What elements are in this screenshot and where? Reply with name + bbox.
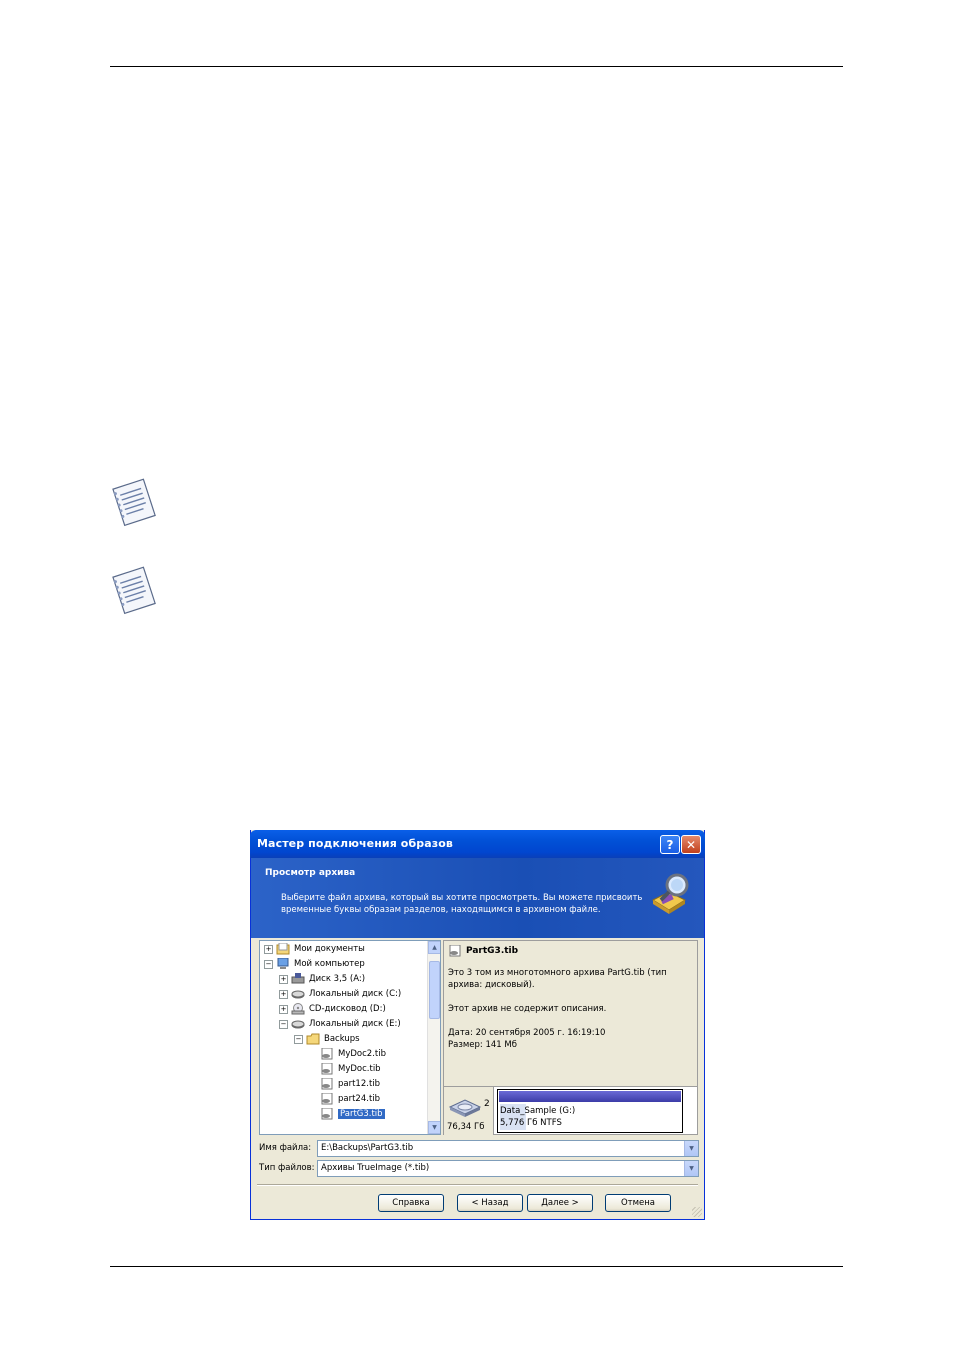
wizard-step-title: Просмотр архива [265,868,356,878]
mount-image-wizard-dialog: Мастер подключения образов ? ✕ Просмотр … [250,830,705,1220]
archive-file-icon [320,1048,334,1060]
tree-item-file[interactable]: part24.tib [320,1092,380,1106]
tree-item-label: Локальный диск (C:) [309,989,402,999]
partition-name: Data_Sample (G:) [500,1106,576,1116]
expand-toggle[interactable]: + [279,974,288,984]
partition-info: 5,776 Гб NTFS [500,1118,562,1128]
archive-volume-line: Это 3 том из многотомного архива PartG.t… [448,968,667,978]
tree-item-label: Backups [324,1034,360,1044]
documents-folder-icon [276,943,290,955]
tree-item-label: CD-дисковод (D:) [309,1004,386,1014]
floppy-drive-icon [291,973,305,985]
page-header-rule [110,66,843,67]
tree-item-label: PartG3.tib [338,1109,385,1119]
cd-drive-icon [291,1003,305,1015]
tree-item-file-selected[interactable]: PartG3.tib [320,1107,385,1121]
filetype-value: Архивы TrueImage (*.tib) [321,1163,430,1173]
tree-item-label: Мои документы [294,944,365,954]
button-separator [257,1184,698,1186]
filename-value: E:\Backups\PartG3.tib [321,1143,414,1153]
scroll-up-button[interactable]: ▲ [428,941,440,954]
disk-layout: 2 76,34 Гб Data_Sample (G:) 5,776 Гб NTF… [444,1086,697,1135]
chevron-down-icon[interactable]: ▼ [684,1161,698,1176]
archive-magnifier-icon [651,873,689,914]
cancel-button[interactable]: Отмена [605,1194,671,1212]
hard-drive-icon [291,988,305,1000]
page-footer-rule [110,1266,843,1267]
tree-item-file[interactable]: part12.tib [320,1077,380,1091]
tree-item-local-e[interactable]: − Локальный диск (E:) [279,1017,401,1031]
hard-disk-icon [448,1099,482,1117]
dialog-titlebar[interactable]: Мастер подключения образов ? ✕ [250,830,705,858]
note-icon [112,478,156,527]
expand-toggle[interactable]: + [279,989,288,999]
collapse-toggle[interactable]: − [294,1034,303,1044]
note-icon [112,566,156,615]
archive-description: Этот архив не содержит описания. [448,1004,607,1014]
tree-item-cd-d[interactable]: + CD-дисковод (D:) [279,1002,386,1016]
hard-drive-icon [291,1018,305,1030]
archive-file-header: PartG3.tib [448,945,518,957]
tree-item-floppy-a[interactable]: + Диск 3,5 (A:) [279,972,365,986]
next-button[interactable]: Далее > [527,1194,593,1212]
help-button[interactable]: Справка [378,1194,444,1212]
back-button[interactable]: < Назад [457,1194,523,1212]
tree-item-label: part24.tib [338,1094,381,1104]
archive-file-icon [320,1063,334,1075]
chevron-down-icon[interactable]: ▼ [684,1141,698,1156]
archive-date: Дата: 20 сентября 2005 г. 16:19:10 [448,1028,606,1038]
archive-info-panel: PartG3.tib Это 3 том из многотомного арх… [443,940,698,1135]
tree-item-local-c[interactable]: + Локальный диск (C:) [279,987,401,1001]
archive-file-name: PartG3.tib [466,946,519,956]
tree-item-my-documents[interactable]: + Мои документы [264,942,365,956]
tree-item-backups[interactable]: − Backups [294,1032,360,1046]
folder-icon [306,1033,320,1045]
filetype-label: Тип файлов: [259,1163,315,1173]
dialog-title: Мастер подключения образов [257,837,453,850]
tree-item-my-computer[interactable]: − Мой компьютер [264,957,365,971]
archive-file-icon [320,1093,334,1105]
scroll-down-button[interactable]: ▼ [428,1121,440,1134]
disk-summary: 2 76,34 Гб [444,1087,494,1135]
disk-number: 2 [484,1099,490,1109]
my-computer-icon [276,958,290,970]
resize-grip[interactable] [692,1207,702,1217]
filename-label: Имя файла: [259,1143,312,1153]
tree-item-label: part12.tib [338,1079,381,1089]
wizard-step-description: Выберите файл архива, который вы хотите … [281,893,643,915]
tree-item-file[interactable]: MyDoc2.tib [320,1047,386,1061]
tree-item-label: Диск 3,5 (A:) [309,974,366,984]
tree-item-label: Локальный диск (E:) [309,1019,401,1029]
tree-item-label: Мой компьютер [294,959,365,969]
folder-tree[interactable]: + Мои документы − Мой компьютер + Диск 3… [259,940,441,1135]
archive-type-line: архива: дисковый). [448,980,535,990]
disk-size: 76,34 Гб [447,1122,485,1132]
help-titlebar-button[interactable]: ? [660,835,680,854]
expand-toggle[interactable]: + [264,944,273,954]
tree-scrollbar[interactable]: ▲ ▼ [427,941,440,1134]
archive-file-icon [320,1078,334,1090]
close-button[interactable]: ✕ [681,835,701,854]
filename-combo[interactable]: E:\Backups\PartG3.tib ▼ [317,1140,699,1157]
wizard-header: Просмотр архива Выберите файл архива, ко… [251,858,704,938]
partition-box[interactable]: Data_Sample (G:) 5,776 Гб NTFS [497,1089,683,1133]
archive-size: Размер: 141 Мб [448,1040,517,1050]
tree-item-label: MyDoc2.tib [338,1049,386,1059]
filetype-combo[interactable]: Архивы TrueImage (*.tib) ▼ [317,1160,699,1177]
archive-file-icon [320,1108,334,1120]
collapse-toggle[interactable]: − [264,959,273,969]
archive-file-icon [448,945,462,957]
tree-item-label: MyDoc.tib [338,1064,381,1074]
tree-item-file[interactable]: MyDoc.tib [320,1062,381,1076]
expand-toggle[interactable]: + [279,1004,288,1014]
scroll-thumb[interactable] [429,961,440,1019]
partition-usage-bar [499,1091,681,1102]
collapse-toggle[interactable]: − [279,1019,288,1029]
